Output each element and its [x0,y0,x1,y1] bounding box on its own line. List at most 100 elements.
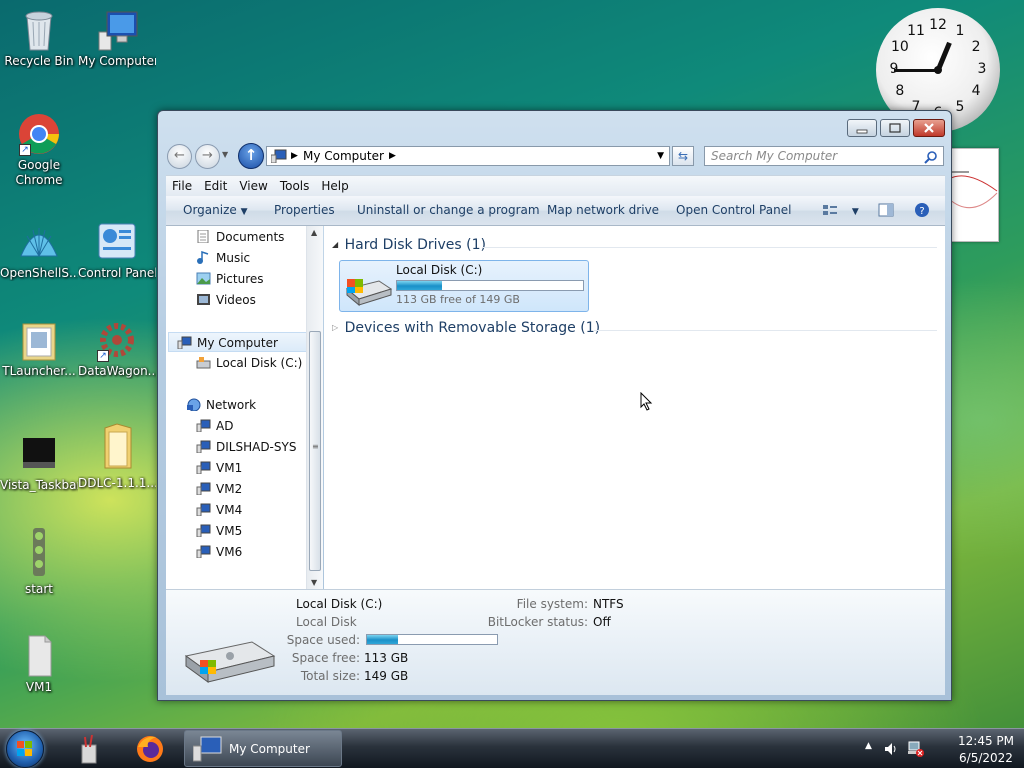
nav-item-network-vm6[interactable]: VM6 [196,542,242,562]
address-dropdown-icon[interactable]: ▼ [657,147,664,165]
clock-date[interactable]: 6/5/2022 [955,751,1017,765]
desktop-icon-label: OpenShellS... [0,266,78,280]
nav-item-label: My Computer [197,336,278,350]
network-status-icon[interactable] [907,740,925,758]
menu-file[interactable]: File [166,176,198,196]
show-hidden-icons-button[interactable]: ▲ [865,741,872,751]
drive-name: Local Disk (C:) [396,263,483,277]
group-removable-storage[interactable]: ▷ Devices with Removable Storage (1) [332,320,937,336]
svg-text:?: ? [919,206,924,217]
nav-item-music[interactable]: Music [196,248,250,268]
scroll-down-icon[interactable]: ▼ [311,578,317,587]
desktop-icon-my-computer[interactable]: My Computer [78,8,156,69]
collapsed-arrow-icon: ▷ [332,323,339,332]
menu-help[interactable]: Help [315,176,354,196]
up-button[interactable]: ↑ [238,143,264,169]
desktop-icon-label: Google Chrome [15,158,63,187]
scrollbar-thumb[interactable]: ≡ [309,331,321,571]
desktop-icon-recycle-bin[interactable]: Recycle Bin [0,8,78,69]
quicklaunch-firefox[interactable] [134,733,166,765]
taskbar-button-my-computer[interactable]: My Computer [184,730,342,767]
desktop-icon-label: DataWagon... [78,364,156,378]
nav-item-network-vm4[interactable]: VM4 [196,500,242,520]
clock-time[interactable]: 12:45 PM [955,734,1017,748]
nav-item-network-vm1[interactable]: VM1 [196,458,242,478]
help-button[interactable]: ? [914,196,930,225]
slideshow-gadget[interactable] [946,148,999,242]
hard-drive-large-icon [184,641,276,683]
drive-usage-bar [396,280,584,291]
desktop-icon-tlauncher[interactable]: TLauncher... [0,318,78,379]
nav-item-network-vm2[interactable]: VM2 [196,479,242,499]
desktop-icon-openshell[interactable]: OpenShellS... [0,220,78,281]
volume-icon[interactable] [883,741,899,757]
clock-numeral: 8 [895,83,905,99]
nav-item-documents[interactable]: Documents [196,227,284,247]
organize-button[interactable]: Organize ▼ [183,196,248,227]
breadcrumb-separator-icon[interactable]: ▶ [389,147,396,165]
nav-item-videos[interactable]: Videos [196,290,256,310]
minimize-button[interactable] [847,119,877,137]
hard-drive-icon [345,279,393,307]
clock-center-pin [934,66,942,74]
space-free-label: Space free: [291,651,360,665]
start-button[interactable] [6,730,44,768]
drive-tile-local-disk[interactable]: Local Disk (C:) 113 GB free of 149 GB [339,260,589,312]
breadcrumb-my-computer[interactable]: My Computer [303,147,384,165]
mouse-cursor-icon [640,392,653,411]
desktop-icon-datawagon[interactable]: ↗ DataWagon... [78,318,156,379]
close-button[interactable] [913,119,945,137]
videos-icon [197,294,210,305]
clock-numeral: 2 [971,39,981,55]
group-hard-disk-drives[interactable]: ◢ Hard Disk Drives (1) [332,237,937,253]
nav-item-network-vm5[interactable]: VM5 [196,521,242,541]
network-computer-icon [196,482,211,495]
desktop-icon-start[interactable]: start [0,524,78,597]
clock-numeral: 10 [890,39,909,55]
views-button[interactable]: ▼ [822,196,859,227]
desktop-icon-control-panel[interactable]: Control Panel [78,220,156,281]
windows-logo-icon [17,741,32,756]
nav-pane-scrollbar[interactable]: ▲ ≡ ▼ [306,226,323,589]
network-computer-icon [196,503,211,516]
menu-edit[interactable]: Edit [198,176,233,196]
search-input[interactable]: Search My Computer [704,146,944,166]
documents-icon [197,230,209,243]
network-computer-icon [196,461,211,474]
back-button[interactable]: ← [167,144,192,169]
map-network-drive-button[interactable]: Map network drive [547,196,659,225]
explorer-window[interactable]: ← → ▼ ↑ ▶ My Computer ▶ ▼ ⇆ Search My Co… [157,110,952,701]
desktop-icon-ddlc[interactable]: DDLC-1.1.1... [78,422,156,491]
maximize-button[interactable] [880,119,910,137]
nav-item-local-disk[interactable]: Local Disk (C:) [196,353,302,373]
refresh-button[interactable]: ⇆ [672,146,694,166]
open-control-panel-button[interactable]: Open Control Panel [676,196,791,225]
nav-item-my-computer[interactable]: My Computer [168,332,312,352]
uninstall-program-button[interactable]: Uninstall or change a program [357,196,540,225]
nav-item-label: VM4 [216,503,243,517]
network-computer-icon [196,440,211,453]
properties-button[interactable]: Properties [274,196,335,225]
network-computer-icon [196,545,211,558]
nav-item-label: VM1 [216,461,243,475]
search-icon[interactable] [924,150,938,164]
recent-pages-dropdown[interactable]: ▼ [222,150,228,159]
quicklaunch-tools[interactable] [76,733,102,765]
menu-tools[interactable]: Tools [274,176,316,196]
desktop-icon-vista-taskbar[interactable]: Vista_Taskbar [0,432,78,493]
nav-item-network[interactable]: Network [186,395,256,415]
address-bar[interactable]: ▶ My Computer ▶ ▼ [266,146,670,166]
openshell-icon [17,220,61,264]
nav-item-network-ad[interactable]: AD [196,416,233,436]
nav-item-network-dilshad-sys[interactable]: DILSHAD-SYS [196,437,296,457]
maximize-icon [889,123,901,133]
desktop-icon-chrome[interactable]: ↗ Google Chrome [0,112,78,188]
forward-button[interactable]: → [195,144,220,169]
desktop-icon-label: TLauncher... [2,364,76,378]
desktop-icon-vm1[interactable]: VM1 [0,632,78,695]
preview-pane-button[interactable] [878,196,894,225]
nav-item-pictures[interactable]: Pictures [196,269,264,289]
computer-icon [177,336,192,349]
menu-view[interactable]: View [233,176,273,196]
scroll-up-icon[interactable]: ▲ [311,228,317,237]
